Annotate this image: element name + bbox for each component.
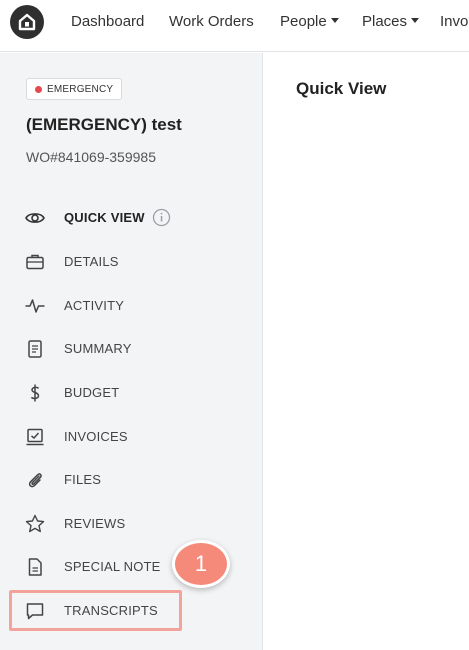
transcripts-highlight-box (9, 590, 182, 631)
sidebar-item-label: SPECIAL NOTE (64, 559, 161, 574)
caret-down-icon (411, 17, 420, 23)
sidebar-item-label: SUMMARY (64, 341, 132, 356)
top-nav-bar: Dashboard Work Orders People Places Invo (0, 0, 469, 52)
sidebar-item-label: FILES (64, 472, 102, 487)
sidebar-item-details[interactable]: DETAILS (0, 247, 263, 277)
sidebar-item-summary[interactable]: SUMMARY (0, 334, 263, 364)
note-file-icon (24, 556, 46, 578)
caret-down-icon (330, 17, 339, 23)
sidebar-item-invoices[interactable]: INVOICES (0, 422, 263, 452)
star-icon (24, 513, 46, 535)
sidebar-item-quick-view[interactable]: QUICK VIEW (0, 203, 263, 233)
nav-invoices[interactable]: Invo (440, 0, 468, 42)
sidebar-item-budget[interactable]: BUDGET (0, 378, 263, 408)
sidebar-item-label: ACTIVITY (64, 298, 125, 313)
paperclip-icon (24, 469, 46, 491)
step-number-badge: 1 (172, 540, 230, 588)
home-logo-icon[interactable] (10, 5, 44, 39)
sidebar-item-label: REVIEWS (64, 516, 126, 531)
document-list-icon (24, 338, 46, 360)
nav-places-dropdown[interactable]: Places (362, 0, 420, 42)
nav-work-orders-label: Work Orders (169, 12, 254, 30)
sidebar-item-label: BUDGET (64, 385, 120, 400)
briefcase-icon (24, 251, 46, 273)
nav-dashboard[interactable]: Dashboard (71, 0, 144, 42)
work-order-title: (EMERGENCY) test (26, 115, 182, 134)
eye-icon (24, 207, 46, 229)
sidebar-item-label: DETAILS (64, 254, 119, 269)
sidebar-item-reviews[interactable]: REVIEWS (0, 509, 263, 539)
nav-dashboard-label: Dashboard (71, 12, 145, 30)
invoice-check-icon (24, 426, 46, 448)
nav-invoices-label: Invo (440, 12, 469, 30)
sidebar-item-label: INVOICES (64, 429, 128, 444)
nav-work-orders[interactable]: Work Orders (169, 0, 254, 42)
sidebar-item-files[interactable]: FILES (0, 465, 263, 495)
nav-places-label: Places (362, 12, 408, 30)
info-icon[interactable] (152, 208, 171, 227)
nav-people-label: People (280, 12, 327, 30)
page-title: Quick View (296, 79, 387, 98)
nav-people-dropdown[interactable]: People (280, 0, 339, 42)
dollar-icon (24, 382, 46, 404)
activity-pulse-icon (24, 295, 46, 317)
emergency-badge-label: EMERGENCY (47, 83, 114, 95)
sidebar-item-label: QUICK VIEW (64, 210, 145, 225)
sidebar-item-activity[interactable]: ACTIVITY (0, 291, 263, 321)
work-order-number: WO#841069-359985 (26, 149, 156, 165)
emergency-dot-icon (35, 86, 42, 93)
emergency-badge: EMERGENCY (26, 78, 123, 100)
